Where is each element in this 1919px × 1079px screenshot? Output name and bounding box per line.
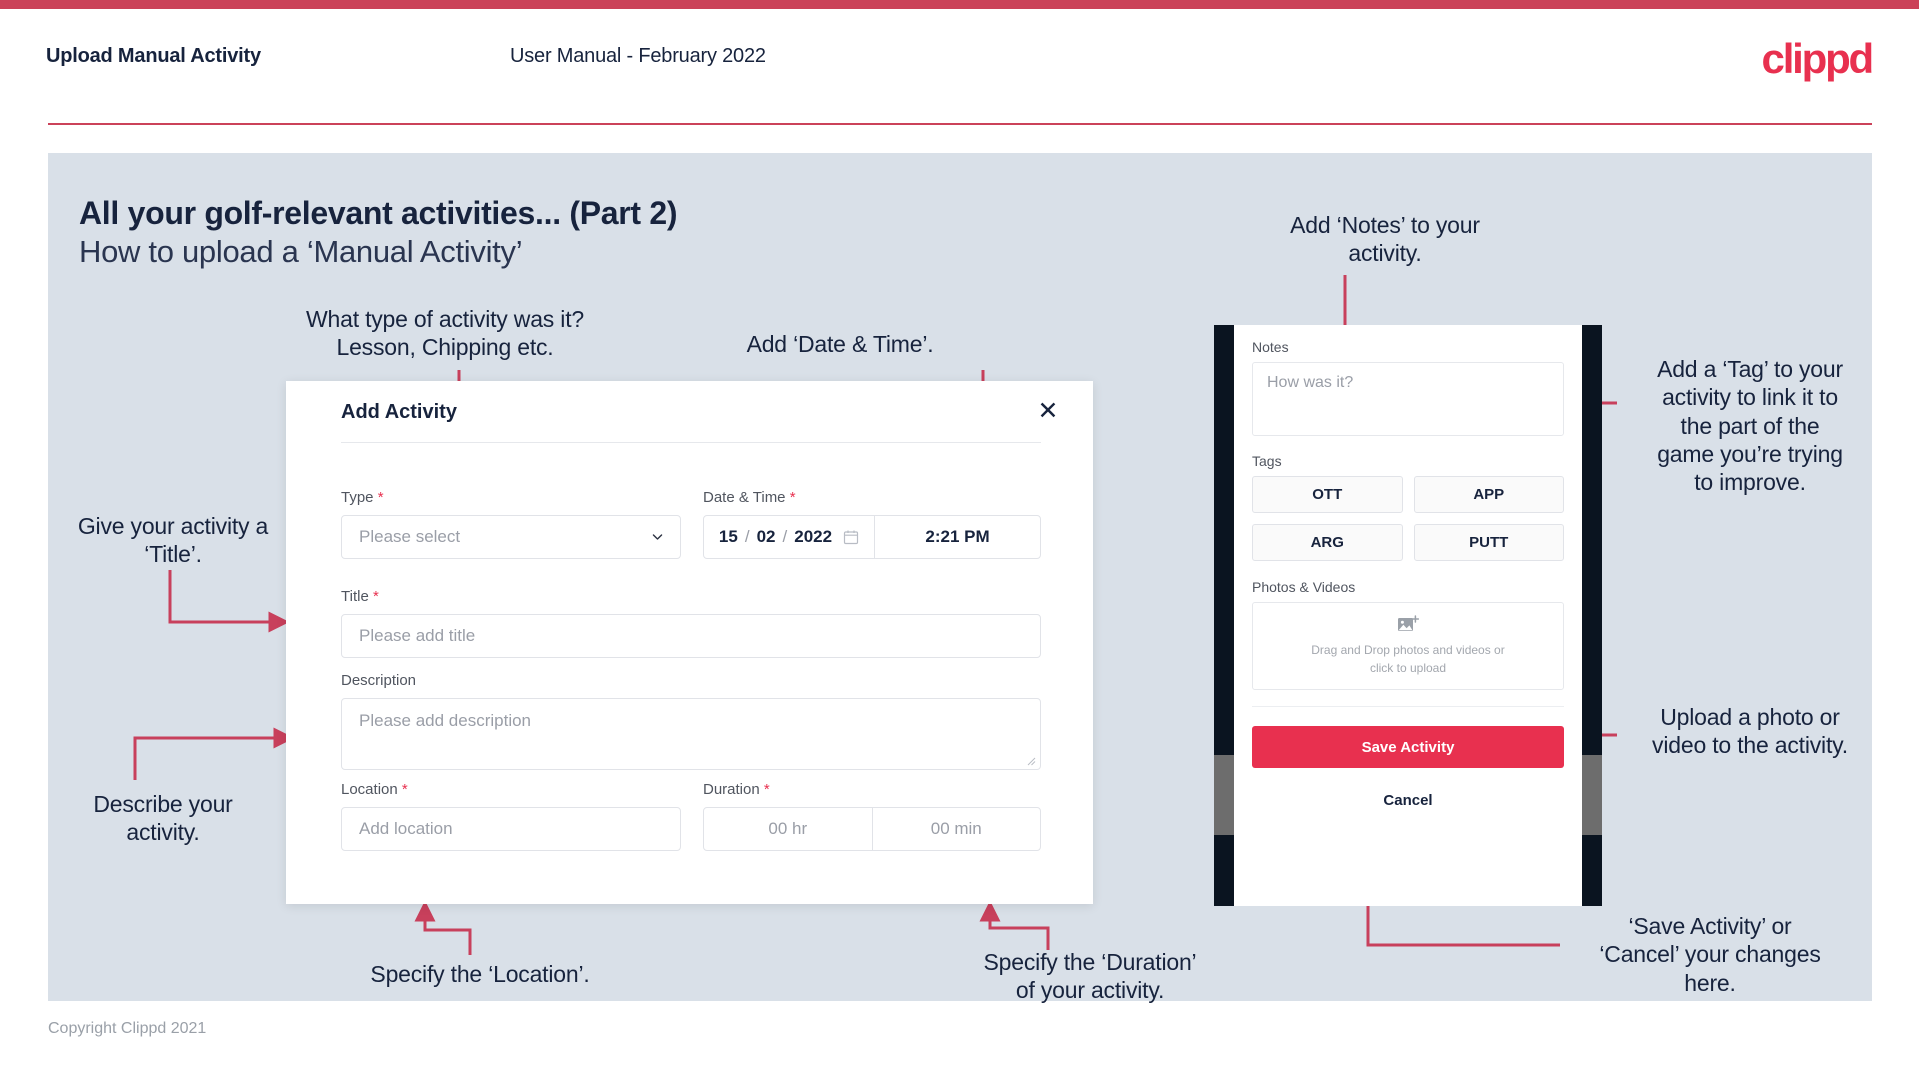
phone-mockup: Notes How was it? Tags OTT APP ARG PUTT … [1214,325,1602,906]
type-select[interactable]: Please select [341,515,681,559]
close-icon[interactable]: ✕ [1033,396,1063,426]
annotation-datetime: Add ‘Date & Time’. [746,331,934,357]
field-label-type: Type * [341,489,681,506]
field-type: Type * Please select [341,489,681,559]
description-textarea[interactable]: Please add description [341,698,1041,770]
chevron-down-icon [652,534,663,540]
resize-grip-icon[interactable] [1026,756,1036,766]
photos-videos-label: Photos & Videos [1252,579,1356,595]
field-duration: Duration * 00 hr 00 min [703,781,1041,851]
required-marker: * [401,781,408,798]
annotation-type: What type of activity was it? Lesson, Chi… [306,306,584,361]
required-marker: * [377,489,384,506]
type-select-placeholder: Please select [359,527,461,546]
datetime-control: 15 / 02 / 2022 2:21 PM [703,515,1041,559]
dropzone-text: Drag and Drop photos and videos or click… [1311,643,1505,675]
field-label-datetime: Date & Time * [703,489,1041,506]
tags-label: Tags [1252,453,1282,469]
row-type-datetime: Type * Please select Date & Time * 15 / … [341,489,1041,559]
row-location-duration: Location * Add location Duration * 00 hr… [341,781,1041,851]
slide-subtitle: How to upload a ‘Manual Activity’ [79,234,523,269]
annotation-duration: Specify the ‘Duration’ of your activity. [983,949,1197,1004]
duration-minutes-input[interactable]: 00 min [873,808,1041,850]
header-subtitle: User Manual - February 2022 [510,45,766,67]
date-sep-1: / [744,527,750,546]
tag-button-ott[interactable]: OTT [1252,476,1403,513]
add-activity-dialog: Add Activity ✕ Type * Please select Date… [286,381,1093,904]
clippd-logo: clippd [1761,35,1875,82]
save-activity-button[interactable]: Save Activity [1252,726,1564,768]
calendar-icon[interactable] [843,529,859,545]
field-label-duration: Duration * [703,781,1041,798]
phone-screen: Notes How was it? Tags OTT APP ARG PUTT … [1234,325,1582,906]
annotation-upload: Upload a photo or video to the activity. [1652,704,1848,759]
label-text: Type [341,489,374,506]
location-input-placeholder: Add location [359,819,453,838]
field-label-title: Title * [341,588,1041,605]
tags-grid: OTT APP ARG PUTT [1252,476,1564,561]
title-input[interactable]: Please add title [341,614,1041,658]
phone-power-button-right [1582,755,1602,835]
field-label-description: Description [341,672,417,689]
required-marker: * [763,781,770,798]
add-image-icon [1398,615,1419,632]
field-title: Title * Please add title [341,588,1041,658]
tag-button-app[interactable]: APP [1413,476,1564,513]
field-description: Description Please add description [341,672,1041,770]
field-datetime: Date & Time * 15 / 02 / 2022 2:21 PM [703,489,1041,559]
date-input[interactable]: 15 / 02 / 2022 [704,516,875,558]
annotation-notes: Add ‘Notes’ to your activity. [1290,212,1480,267]
date-sep-2: / [782,527,788,546]
upload-dropzone[interactable]: Drag and Drop photos and videos or click… [1252,602,1564,690]
tag-button-arg[interactable]: ARG [1252,524,1403,561]
date-year: 2022 [794,527,833,546]
notes-textarea[interactable]: How was it? [1252,362,1564,436]
annotation-save: ‘Save Activity’ or ‘Cancel’ your changes h… [1599,913,1821,996]
label-text: Date & Time [703,489,786,506]
label-text: Title [341,588,369,605]
header-divider [48,123,1872,125]
required-marker: * [789,489,796,506]
title-input-placeholder: Please add title [359,626,476,645]
slide-title: All your golf-relevant activities... (Pa… [79,195,678,231]
field-label-location: Location * [341,781,681,798]
phone-divider [1252,706,1564,707]
duration-control: 00 hr 00 min [703,807,1041,851]
time-input[interactable]: 2:21 PM [875,516,1040,558]
annotation-description: Describe your activity. [93,791,233,846]
description-placeholder: Please add description [359,711,532,730]
label-text: Duration [703,781,760,798]
field-location: Location * Add location [341,781,681,851]
top-accent-bar [0,0,1919,9]
dialog-title: Add Activity [341,401,457,423]
notes-label: Notes [1252,339,1289,355]
phone-volume-button-left [1214,755,1234,835]
cancel-button[interactable]: Cancel [1252,792,1564,809]
slide-root: Upload Manual Activity User Manual - Feb… [0,0,1919,1079]
annotation-tags: Add a ‘Tag’ to your activity to link it t… [1657,356,1843,496]
tag-button-putt[interactable]: PUTT [1413,524,1564,561]
annotation-location: Specify the ‘Location’. [370,961,590,987]
label-text: Location [341,781,398,798]
footer-copyright: Copyright Clippd 2021 [48,1020,207,1037]
duration-hours-input[interactable]: 00 hr [704,808,873,850]
dialog-divider [341,442,1041,443]
dialog-header: Add Activity ✕ [286,381,1093,442]
location-input[interactable]: Add location [341,807,681,851]
date-month: 02 [756,527,776,546]
annotation-title: Give your activity a ‘Title’. [77,513,269,568]
date-day: 15 [718,527,738,546]
required-marker: * [372,588,379,605]
page-title: Upload Manual Activity [46,45,261,67]
